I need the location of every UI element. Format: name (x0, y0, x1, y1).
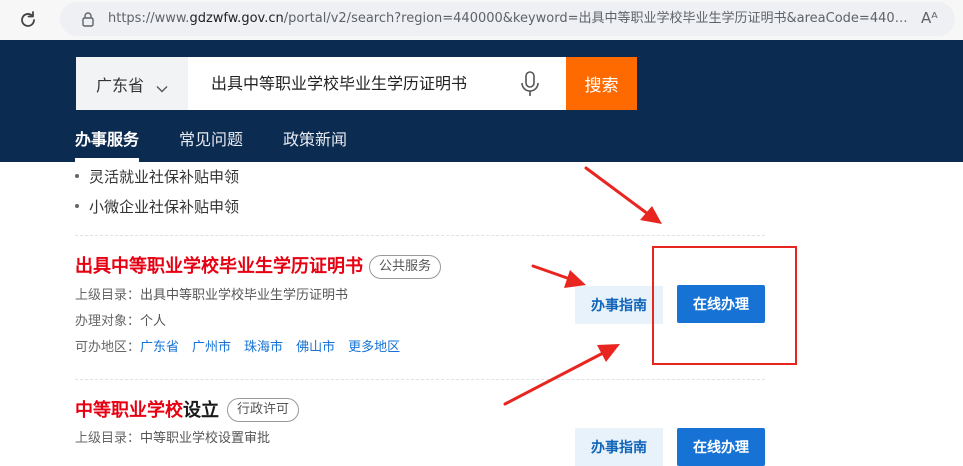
tab-policy-news[interactable]: 政策新闻 (283, 130, 347, 150)
category-badge: 行政许可 (227, 398, 300, 422)
list-item-label: 小微企业社保补贴申领 (89, 198, 240, 216)
bullet-dot (75, 173, 79, 178)
tab-faq[interactable]: 常见问题 (179, 130, 243, 150)
meta-value: 出具中等职业学校毕业生学历证明书 (140, 288, 349, 303)
url-path: /portal/v2/search?region=440000&keyword=… (283, 11, 908, 26)
url-prefix: https://www. (108, 11, 190, 26)
arrow-icon (531, 264, 586, 288)
region-label: 广东省 (96, 75, 145, 95)
site-header: 广东省 出具中等职业学校毕业生学历证明书 搜索 办事服务 常见问题 政策新闻 (0, 40, 963, 162)
bullet-dot (75, 203, 79, 208)
search-input[interactable]: 出具中等职业学校毕业生学历证明书 (211, 74, 467, 94)
category-badge: 公共服务 (369, 255, 442, 279)
url-host: gdzwfw.gov.cn (189, 11, 284, 26)
service-target: 办理对象：个人 (75, 314, 166, 330)
tab-services[interactable]: 办事服务 (75, 130, 140, 162)
result-title-highlight: 中等职业学校 (75, 400, 183, 421)
meta-label: 上级目录： (75, 431, 141, 446)
arrow-icon (503, 344, 620, 406)
result-title-rest: 设立 (183, 400, 219, 421)
list-item-label: 灵活就业社保补贴申领 (89, 168, 240, 186)
area-link[interactable]: 广东省 (140, 340, 179, 355)
url-text[interactable]: https://www.gdzwfw.gov.cn/portal/v2/sear… (108, 10, 908, 28)
more-areas-link[interactable]: 更多地区 (348, 340, 400, 355)
parent-catalog: 上级目录：出具中等职业学校毕业生学历证明书 (75, 288, 348, 304)
area-link[interactable]: 珠海市 (244, 340, 283, 355)
list-item[interactable]: 灵活就业社保补贴申领 (75, 168, 239, 186)
read-aloud-icon[interactable]: Aᴬ (921, 9, 943, 29)
parent-catalog: 上级目录：中等职业学校设置审批 (75, 431, 270, 447)
address-bar[interactable]: https://www.gdzwfw.gov.cn/portal/v2/sear… (60, 2, 955, 36)
area-link[interactable]: 广州市 (192, 340, 231, 355)
guide-button[interactable]: 办事指南 (575, 286, 663, 324)
meta-label: 上级目录： (75, 288, 141, 303)
result-title[interactable]: 出具中等职业学校毕业生学历证明书 (75, 256, 363, 278)
divider (75, 235, 765, 236)
online-apply-button[interactable]: 在线办理 (677, 428, 765, 466)
divider (75, 379, 765, 380)
search-box: 广东省 出具中等职业学校毕业生学历证明书 (76, 57, 566, 110)
region-select[interactable]: 广东省 (76, 57, 188, 110)
browser-toolbar: https://www.gdzwfw.gov.cn/portal/v2/sear… (0, 0, 963, 40)
lock-icon[interactable] (80, 11, 96, 27)
microphone-icon[interactable] (520, 71, 540, 97)
meta-value: 个人 (140, 314, 167, 329)
result-title-highlight: 出具中等职业学校毕业生学历证明书 (75, 256, 363, 277)
meta-label: 可办地区： (75, 340, 141, 355)
available-areas: 可办地区：广东省 广州市 珠海市 佛山市 更多地区 (75, 340, 413, 356)
arrow-icon (584, 166, 662, 224)
highlight-box (652, 246, 797, 365)
search-button[interactable]: 搜索 (566, 57, 637, 110)
meta-label: 办理对象： (75, 314, 141, 329)
list-item[interactable]: 小微企业社保补贴申领 (75, 198, 239, 216)
meta-value: 中等职业学校设置审批 (140, 431, 271, 446)
result-title[interactable]: 中等职业学校设立 (75, 400, 219, 422)
chevron-down-icon (156, 79, 168, 92)
guide-button[interactable]: 办事指南 (575, 428, 663, 466)
area-link[interactable]: 佛山市 (296, 340, 335, 355)
reload-icon[interactable] (16, 8, 40, 32)
